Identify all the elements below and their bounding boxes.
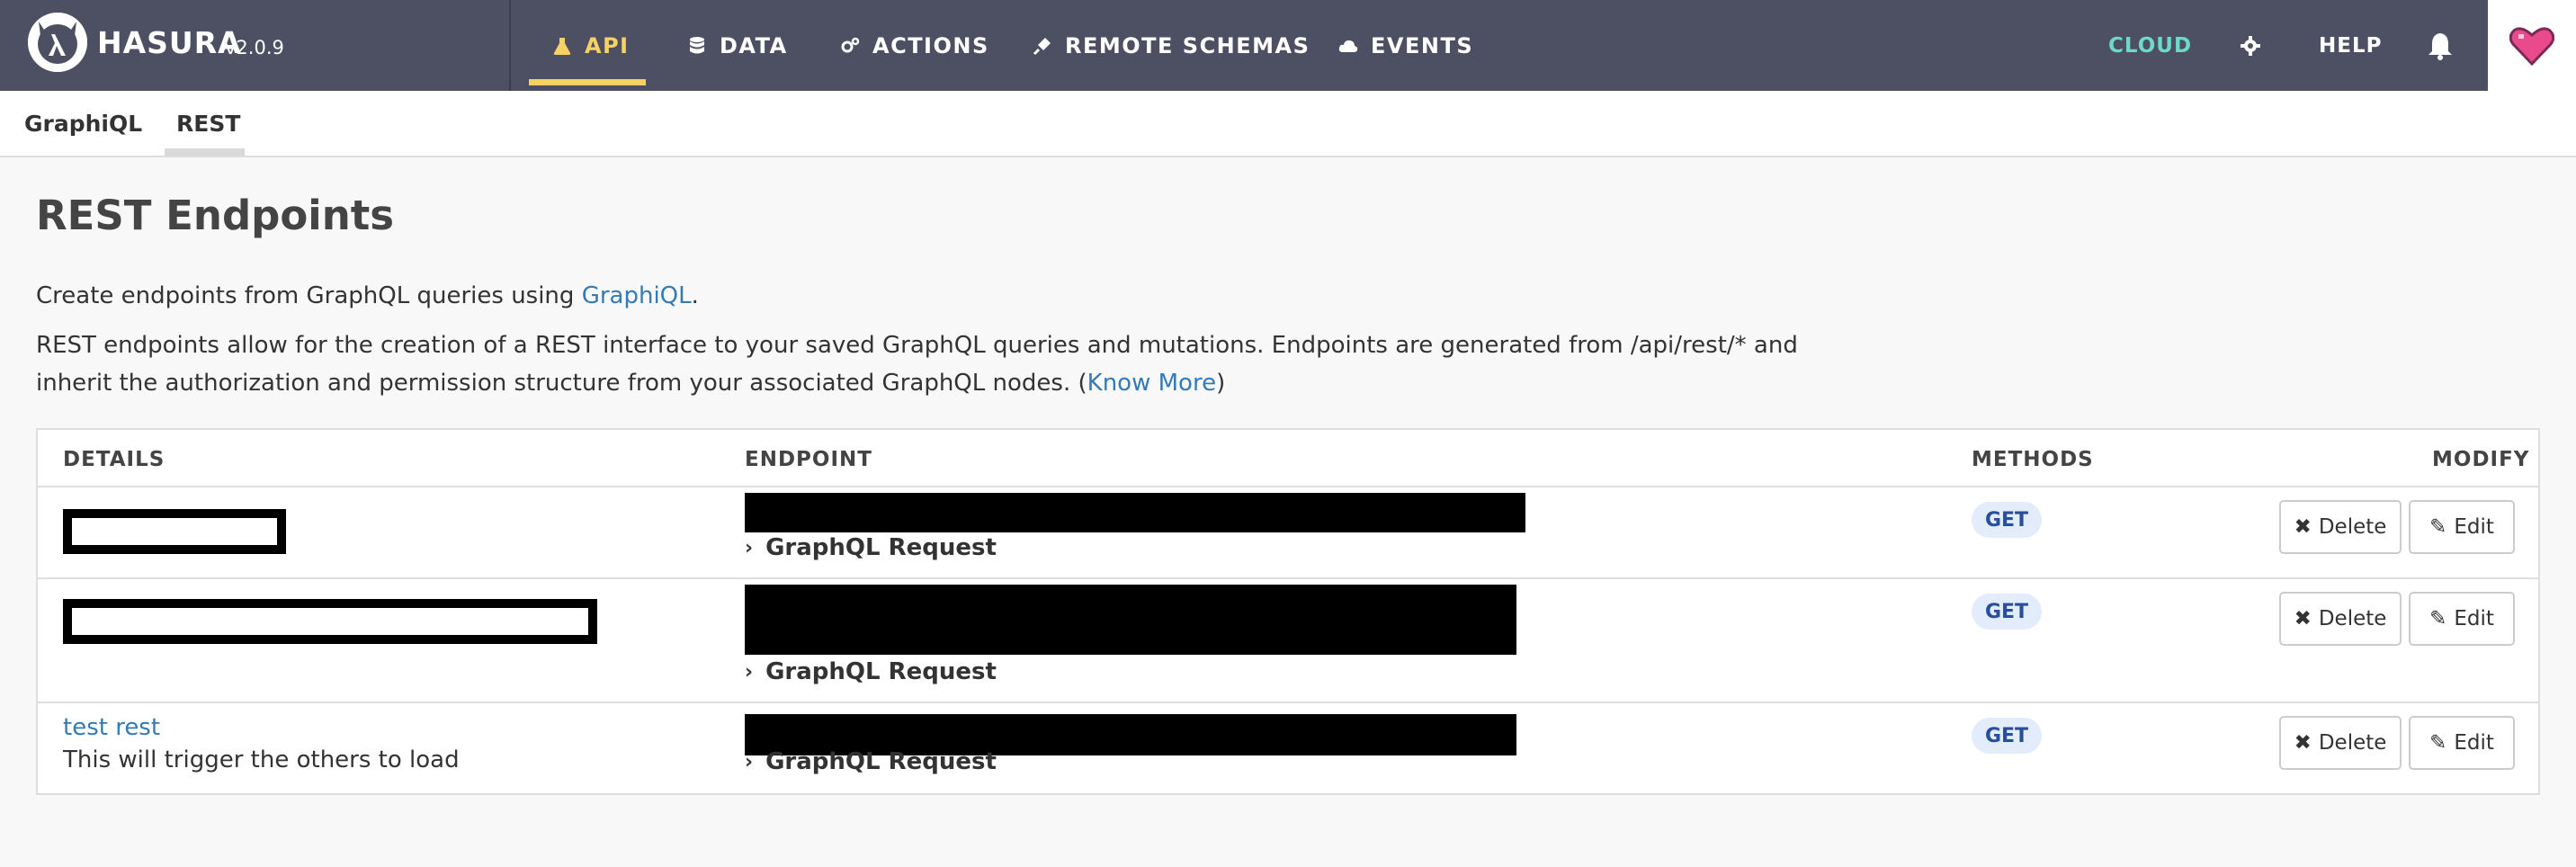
edit-icon: ✎	[2429, 607, 2447, 630]
endpoint-description: This will trigger the others to load	[63, 746, 460, 773]
bell-icon	[2428, 32, 2452, 60]
close-icon: ✖	[2294, 731, 2312, 755]
brand-version: v2.0.9	[225, 37, 284, 58]
nav-item-label: EVENTS	[1371, 32, 1474, 58]
page-title: REST Endpoints	[36, 192, 395, 239]
gear-icon	[2241, 35, 2260, 56]
endpoints-table: DETAILS ENDPOINT METHODS MODIFY › GraphQ…	[36, 428, 2540, 795]
graphql-request-toggle[interactable]: › GraphQL Request	[745, 748, 997, 775]
header-methods: METHODS	[1972, 448, 2094, 471]
edit-button[interactable]: ✎ Edit	[2409, 500, 2515, 554]
intro-suffix: .	[691, 282, 699, 309]
plug-icon	[1033, 37, 1051, 55]
redacted-endpoint-url	[745, 585, 1516, 655]
redacted-endpoint-url	[745, 493, 1525, 532]
edit-icon: ✎	[2429, 515, 2447, 539]
know-more-link[interactable]: Know More	[1087, 370, 1216, 397]
nav-item-data[interactable]: DATA	[687, 0, 788, 91]
graphql-request-label: GraphQL Request	[765, 534, 997, 561]
notifications-button[interactable]	[2427, 0, 2454, 91]
delete-label: Delete	[2318, 515, 2387, 539]
header-details: DETAILS	[63, 448, 165, 471]
graphiql-link[interactable]: GraphiQL	[582, 282, 692, 309]
nav-item-events[interactable]: EVENTS	[1338, 0, 1473, 91]
close-icon: ✖	[2294, 607, 2312, 630]
description-prefix: inherit the authorization and permission…	[36, 370, 1087, 397]
row-divider	[38, 577, 2538, 579]
help-link[interactable]: HELP	[2319, 0, 2382, 91]
edit-button[interactable]: ✎ Edit	[2409, 592, 2515, 646]
graphql-request-label: GraphQL Request	[765, 748, 997, 775]
header-endpoint: ENDPOINT	[745, 448, 872, 471]
flask-icon	[553, 37, 571, 55]
cloud-icon	[1338, 40, 1358, 52]
row-divider	[38, 486, 2538, 487]
database-icon	[690, 36, 704, 53]
cloud-link[interactable]: CLOUD	[2108, 0, 2192, 91]
top-navbar: HASURA v2.0.9 API DATA ACTIONS REMOTE SC…	[0, 0, 2576, 91]
delete-button[interactable]: ✖ Delete	[2279, 716, 2402, 770]
graphql-request-toggle[interactable]: › GraphQL Request	[745, 534, 997, 561]
settings-button[interactable]	[2240, 0, 2261, 91]
active-subtab-indicator	[165, 148, 245, 156]
graphql-request-toggle[interactable]: › GraphQL Request	[745, 658, 997, 685]
header-modify: MODIFY	[2432, 448, 2530, 471]
sub-navbar: GraphiQL REST	[0, 91, 2576, 157]
chevron-right-icon: ›	[745, 536, 754, 559]
brand-name: HASURA	[97, 25, 242, 60]
method-badge: GET	[1972, 718, 2042, 754]
brand[interactable]: HASURA v2.0.9	[0, 0, 511, 91]
delete-button[interactable]: ✖ Delete	[2279, 592, 2402, 646]
active-tab-indicator	[529, 79, 646, 85]
cogs-icon	[841, 37, 860, 52]
method-badge: GET	[1972, 594, 2042, 630]
edit-button[interactable]: ✎ Edit	[2409, 716, 2515, 770]
description-text: REST endpoints allow for the creation of…	[36, 326, 1798, 402]
nav-item-remote-schemas[interactable]: REMOTE SCHEMAS	[1033, 0, 1310, 91]
description-suffix: )	[1216, 370, 1226, 397]
intro-text: Create endpoints from GraphQL queries us…	[36, 277, 699, 315]
edit-label: Edit	[2454, 731, 2494, 755]
graphql-request-label: GraphQL Request	[765, 658, 997, 685]
delete-label: Delete	[2318, 731, 2387, 755]
row-divider	[38, 702, 2538, 703]
close-icon: ✖	[2294, 515, 2312, 539]
nav-item-label: API	[585, 32, 630, 58]
endpoint-name-link[interactable]: test rest	[63, 714, 160, 741]
edit-label: Edit	[2454, 607, 2494, 630]
method-badge: GET	[1972, 502, 2042, 538]
nav-item-label: REMOTE SCHEMAS	[1065, 32, 1310, 58]
delete-button[interactable]: ✖ Delete	[2279, 500, 2402, 554]
redaction-box	[63, 599, 597, 644]
edit-label: Edit	[2454, 515, 2494, 539]
nav-item-api[interactable]: API	[552, 0, 630, 91]
redaction-box	[63, 509, 286, 554]
edit-icon: ✎	[2429, 731, 2447, 755]
intro-prefix: Create endpoints from GraphQL queries us…	[36, 282, 582, 309]
nav-item-label: ACTIONS	[872, 32, 989, 58]
love-button[interactable]	[2488, 0, 2576, 91]
heart-icon	[2509, 26, 2554, 66]
tab-graphiql[interactable]: GraphiQL	[24, 91, 142, 156]
chevron-right-icon: ›	[745, 750, 754, 773]
nav-item-label: DATA	[720, 32, 788, 58]
chevron-right-icon: ›	[745, 660, 754, 684]
delete-label: Delete	[2318, 607, 2387, 630]
tab-rest[interactable]: REST	[176, 91, 240, 156]
hasura-logo-icon	[28, 13, 87, 72]
nav-item-actions[interactable]: ACTIONS	[840, 0, 989, 91]
description-line-1: REST endpoints allow for the creation of…	[36, 332, 1798, 359]
description-line-2: inherit the authorization and permission…	[36, 364, 1798, 402]
